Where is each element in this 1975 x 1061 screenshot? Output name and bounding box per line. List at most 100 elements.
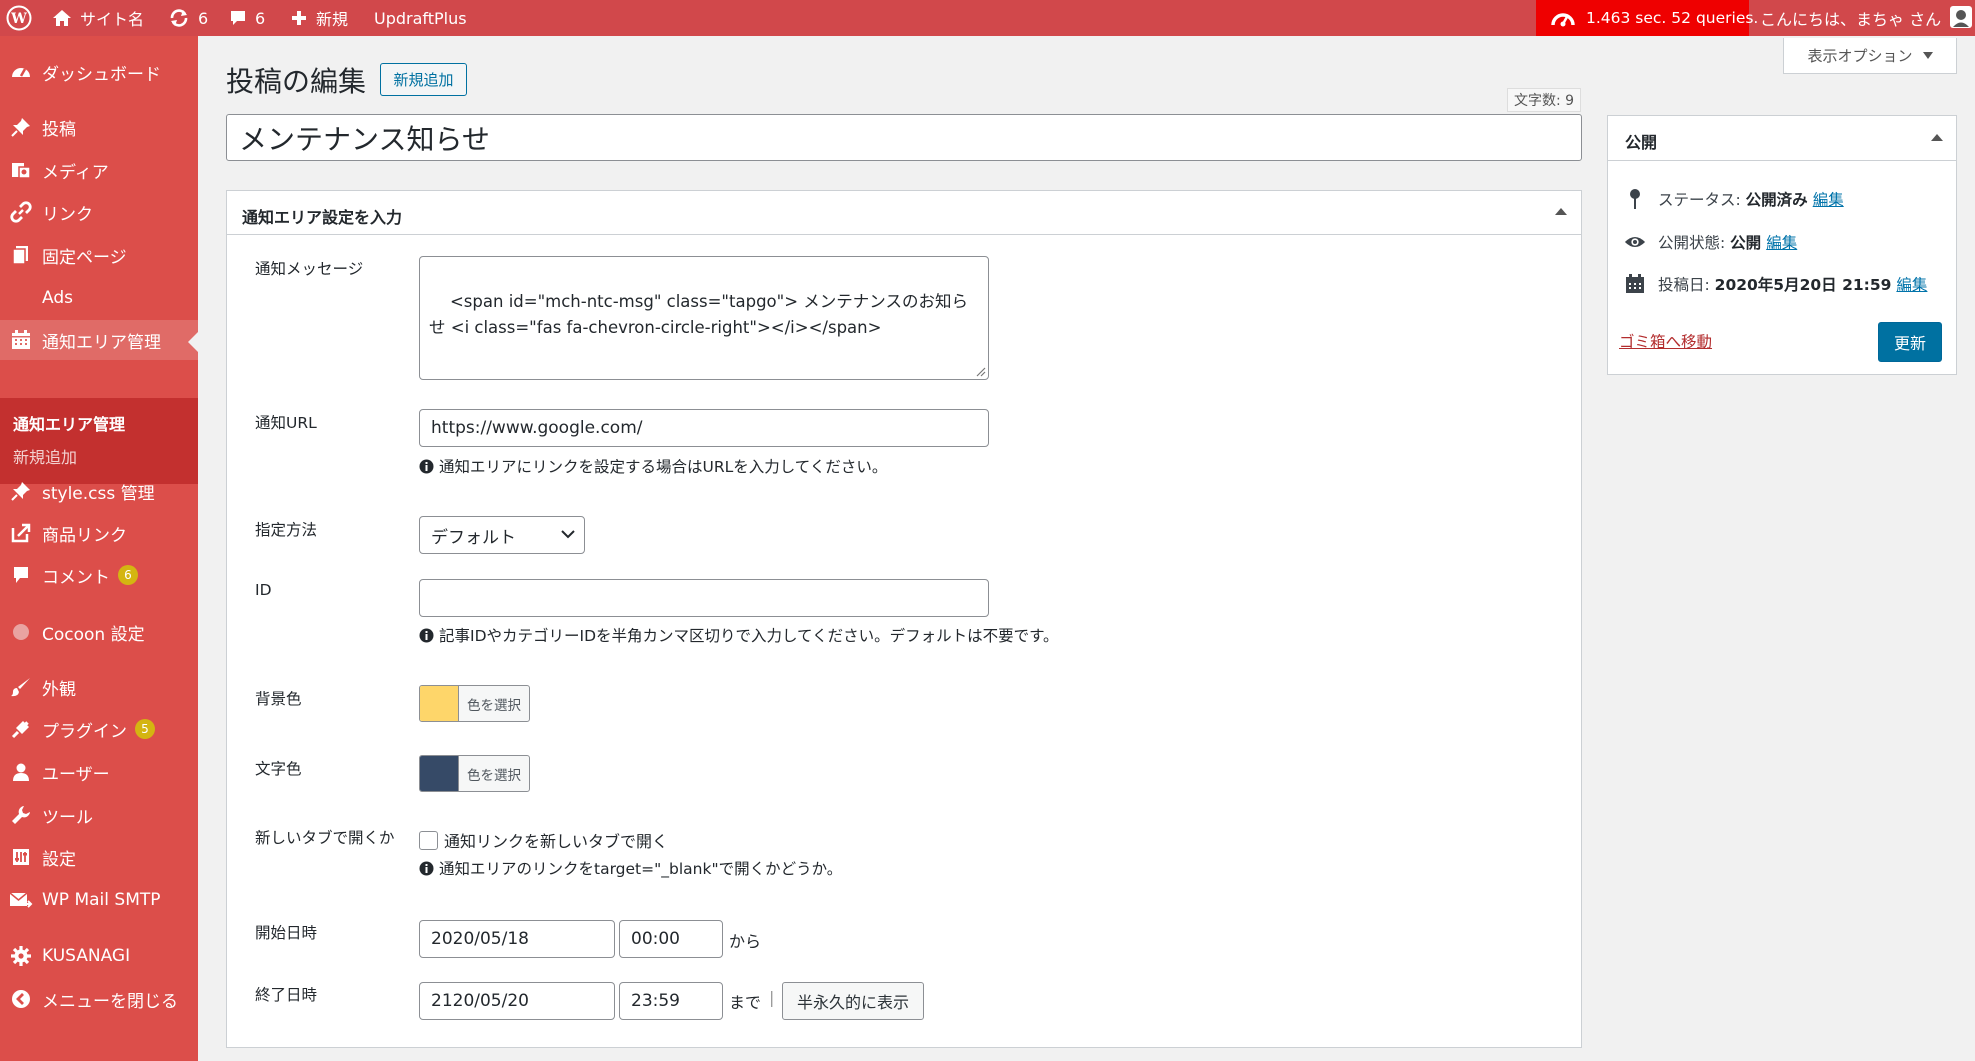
- start-suffix: から: [729, 932, 762, 951]
- id-help: 記事IDやカテゴリーIDを半角カンマ区切りで入力してください。デフォルトは不要で…: [419, 624, 1059, 646]
- add-new-button[interactable]: 新規追加: [380, 63, 467, 96]
- end-date-value: 2120/05/20: [431, 991, 529, 1011]
- pin-icon: [1624, 188, 1646, 210]
- start-time-input[interactable]: 00:00: [619, 920, 723, 958]
- menu-product-links[interactable]: 商品リンク: [0, 513, 198, 553]
- url-value: https://www.google.com/: [431, 418, 643, 438]
- menu-pages[interactable]: 固定ページ: [0, 235, 198, 275]
- plugins-badge: 5: [135, 719, 155, 739]
- menu-media[interactable]: メディア: [0, 150, 198, 190]
- word-count: 文字数: 9: [1507, 88, 1581, 112]
- menu-tools[interactable]: ツール: [0, 795, 198, 835]
- info-icon: [419, 861, 434, 876]
- menu-collapse[interactable]: メニューを閉じる: [0, 979, 198, 1019]
- admin-bar: W サイト名 6 6 新規 UpdraftPlus 1.463 sec. 52 …: [0, 0, 1975, 36]
- avatar[interactable]: [1950, 6, 1972, 28]
- method-select[interactable]: デフォルト: [419, 516, 585, 554]
- resize-grip-icon[interactable]: [976, 367, 986, 377]
- calendar-icon: [8, 327, 34, 353]
- menu-plugins[interactable]: プラグイン 5: [0, 709, 198, 749]
- newtab-help: 通知エリアのリンクをtarget="_blank"で開くかどうか。: [419, 857, 842, 879]
- greeting: こんにちは、まちゃ さん: [1760, 10, 1942, 29]
- new-content-link[interactable]: 新規: [290, 0, 348, 36]
- menu-label: WP Mail SMTP: [42, 890, 161, 910]
- svg-text:W: W: [10, 11, 27, 27]
- screen-options-label: 表示オプション: [1807, 47, 1913, 65]
- end-label: 終了日時: [255, 986, 318, 1004]
- info-icon: [419, 459, 434, 474]
- eye-icon: [1624, 234, 1646, 250]
- menu-style-css[interactable]: style.css 管理: [0, 471, 198, 511]
- newtab-help-text: 通知エリアのリンクをtarget="_blank"で開くかどうか。: [439, 860, 843, 878]
- visibility-row: 公開状態: 公開 編集: [1624, 231, 1797, 253]
- submenu-item-notification-area[interactable]: 通知エリア管理: [13, 411, 125, 435]
- site-name-link[interactable]: サイト名: [52, 0, 144, 36]
- menu-wp-mail-smtp[interactable]: WP Mail SMTP: [0, 880, 198, 920]
- caret-up-icon[interactable]: [1931, 133, 1943, 141]
- site-name: サイト名: [80, 10, 145, 29]
- choose-color-label: 色を選択: [467, 767, 521, 784]
- media-icon: [8, 157, 34, 183]
- start-date-input[interactable]: 2020/05/18: [419, 920, 615, 958]
- date-edit-link[interactable]: 編集: [1896, 273, 1927, 295]
- trash-link[interactable]: ゴミ箱へ移動: [1619, 330, 1712, 352]
- comments-link[interactable]: 6: [229, 0, 265, 36]
- menu-appearance[interactable]: 外観: [0, 667, 198, 707]
- menu-label: 通知エリア管理: [42, 332, 161, 353]
- metabox-header[interactable]: 通知エリア設定を入力: [227, 191, 1581, 235]
- menu-label: KUSANAGI: [42, 946, 131, 966]
- menu-label: ユーザー: [42, 764, 110, 785]
- menu-settings[interactable]: 設定: [0, 837, 198, 877]
- menu-kusanagi[interactable]: KUSANAGI: [0, 936, 198, 976]
- update-button[interactable]: 更新: [1878, 322, 1942, 362]
- menu-posts[interactable]: 投稿: [0, 107, 198, 147]
- date-value: 2020年5月20日 21:59: [1714, 276, 1892, 294]
- id-input[interactable]: [419, 579, 989, 617]
- comments-count: 6: [255, 8, 266, 28]
- start-time-value: 00:00: [631, 929, 680, 949]
- newtab-checkbox-label[interactable]: 通知リンクを新しいタブで開く: [444, 828, 668, 852]
- menu-cocoon-settings[interactable]: Cocoon 設定: [0, 612, 198, 652]
- id-label: ID: [255, 581, 272, 599]
- submenu-item-add-new[interactable]: 新規追加: [13, 444, 77, 468]
- wordpress-logo-icon[interactable]: W: [6, 0, 32, 36]
- menu-dashboard[interactable]: ダッシュボード: [0, 52, 198, 92]
- permanent-display-button[interactable]: 半永久的に表示: [782, 982, 924, 1020]
- metabox-title: 通知エリア設定を入力: [242, 208, 403, 227]
- text-color-picker-button[interactable]: 色を選択: [419, 755, 530, 792]
- bg-color-picker-button[interactable]: 色を選択: [419, 685, 530, 722]
- bg-color-label: 背景色: [255, 690, 302, 708]
- notification-settings-metabox: 通知エリア設定を入力 通知メッセージ <span id="mch-ntc-msg…: [226, 190, 1582, 1048]
- message-textarea[interactable]: <span id="mch-ntc-msg" class="tapgo"> メン…: [419, 256, 989, 380]
- status-row: ステータス: 公開済み 編集: [1624, 188, 1844, 210]
- updraftplus-label: UpdraftPlus: [374, 8, 467, 28]
- query-monitor-link[interactable]: 1.463 sec. 52 queries.: [1536, 0, 1758, 36]
- newtab-checkbox-row[interactable]: 通知リンクを新しいタブで開く: [419, 828, 668, 852]
- visibility-edit-link[interactable]: 編集: [1766, 231, 1797, 253]
- publish-header[interactable]: 公開: [1608, 116, 1956, 161]
- menu-notification-area[interactable]: 通知エリア管理: [0, 320, 198, 360]
- caret-up-icon[interactable]: [1555, 207, 1567, 215]
- url-input[interactable]: https://www.google.com/: [419, 409, 989, 447]
- menu-users[interactable]: ユーザー: [0, 752, 198, 792]
- post-title-input[interactable]: [226, 114, 1582, 161]
- status-edit-link[interactable]: 編集: [1813, 188, 1844, 210]
- perf-text: 1.463 sec. 52 queries.: [1586, 9, 1759, 27]
- end-time-input[interactable]: 23:59: [619, 982, 723, 1020]
- status-label: ステータス:: [1658, 191, 1741, 209]
- settings-icon: [8, 844, 34, 870]
- mail-icon: [8, 887, 34, 913]
- menu-comments[interactable]: コメント 6: [0, 555, 198, 595]
- account-link[interactable]: こんにちは、まちゃ さん: [1760, 0, 1941, 36]
- updraftplus-link[interactable]: UpdraftPlus: [374, 0, 467, 36]
- newtab-checkbox[interactable]: [419, 830, 438, 850]
- new-label: 新規: [316, 10, 349, 29]
- end-date-input[interactable]: 2120/05/20: [419, 982, 615, 1020]
- comment-icon: [229, 9, 247, 27]
- method-value: デフォルト: [431, 527, 516, 548]
- menu-ads[interactable]: Ads: [0, 278, 198, 318]
- menu-links[interactable]: リンク: [0, 192, 198, 232]
- screen-options-button[interactable]: 表示オプション: [1783, 38, 1957, 74]
- menu-label: プラグイン: [42, 721, 127, 742]
- updates-link[interactable]: 6: [168, 0, 208, 36]
